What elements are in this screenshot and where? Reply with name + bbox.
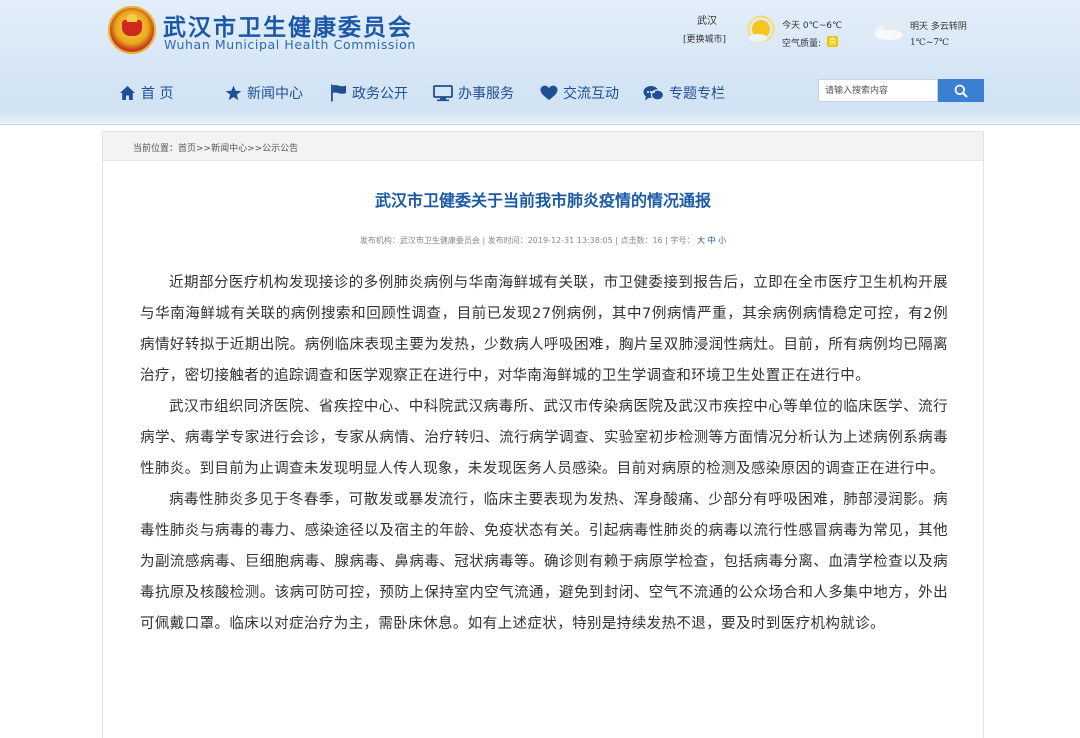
article-paragraph: 武汉市组织同济医院、省疾控中心、中科院武汉病毒所、武汉市传染病医院及武汉市疾控中… xyxy=(140,399,948,477)
nav-news-center-label: 新闻中心 xyxy=(247,86,303,102)
cloud-icon xyxy=(875,21,903,40)
search-icon xyxy=(954,84,968,98)
nav-government-affairs-label: 政务公开 xyxy=(352,86,408,102)
nav-interaction-label: 交流互动 xyxy=(563,86,619,102)
nav-government-affairs[interactable]: 政务公开 xyxy=(330,82,408,104)
nav-interaction[interactable]: 交流互动 xyxy=(540,82,619,104)
heart-icon xyxy=(540,85,558,100)
sun-icon xyxy=(747,15,775,43)
article-body: 近期部分医疗机构发现接诊的多例肺炎病例与华南海鲜城有关联，市卫健委接到报告后，立… xyxy=(140,268,948,640)
breadcrumb: 当前位置：首页>>新闻中心>>公示公告 xyxy=(133,144,299,154)
font-size-large-link[interactable]: 大 xyxy=(697,236,705,245)
breadcrumb-bar: 当前位置：首页>>新闻中心>>公示公告 xyxy=(103,132,983,161)
article-meta: 发布机构：武汉市卫生健康委员会 | 发布时间：2019-12-31 13:38:… xyxy=(103,235,983,246)
search-input[interactable] xyxy=(818,79,938,102)
nav-home[interactable]: 首 页 xyxy=(119,82,173,104)
font-size-medium-link[interactable]: 中 xyxy=(708,236,716,245)
tomorrow-weather: 明天 多云转阴 xyxy=(910,22,967,32)
nav-news-center[interactable]: 新闻中心 xyxy=(225,82,303,104)
article-paragraph: 近期部分医疗机构发现接诊的多例肺炎病例与华南海鲜城有关联，市卫健委接到报告后，立… xyxy=(140,275,948,384)
home-icon xyxy=(120,86,135,100)
nav-special-topics-label: 专题专栏 xyxy=(669,86,725,102)
nav-home-label: 首 页 xyxy=(141,86,174,102)
monitor-icon xyxy=(433,84,453,101)
site-title-english: Wuhan Municipal Health Commission xyxy=(164,37,416,52)
content-panel: 当前位置：首页>>新闻中心>>公示公告 武汉市卫健委关于当前我市肺炎疫情的情况通… xyxy=(102,131,984,738)
tomorrow-temperature: 1℃~7℃ xyxy=(910,38,950,48)
nav-services-label: 办事服务 xyxy=(458,86,514,102)
font-size-small-link[interactable]: 小 xyxy=(718,236,726,245)
air-quality-badge: 良 xyxy=(827,36,838,47)
nav-services[interactable]: 办事服务 xyxy=(433,82,514,104)
article-meta-info: 发布机构：武汉市卫生健康委员会 | 发布时间：2019-12-31 13:38:… xyxy=(359,236,695,245)
today-weather: 今天 0℃~6℃ xyxy=(782,21,843,31)
switch-city-link[interactable]: [更换城市] xyxy=(683,32,726,45)
search-button[interactable] xyxy=(938,79,984,102)
article-title: 武汉市卫健委关于当前我市肺炎疫情的情况通报 xyxy=(374,191,711,210)
star-icon xyxy=(225,85,242,101)
flag-icon xyxy=(331,84,346,102)
article-paragraph: 病毒性肺炎多见于冬春季，可散发或暴发流行，临床主要表现为发热、浑身酸痛、少部分有… xyxy=(140,492,948,632)
national-emblem-logo xyxy=(108,6,156,54)
air-quality-label: 空气质量: xyxy=(782,39,822,49)
chat-icon xyxy=(643,85,664,101)
nav-special-topics[interactable]: 专题专栏 xyxy=(643,82,725,104)
weather-city: 武汉 xyxy=(697,16,717,27)
